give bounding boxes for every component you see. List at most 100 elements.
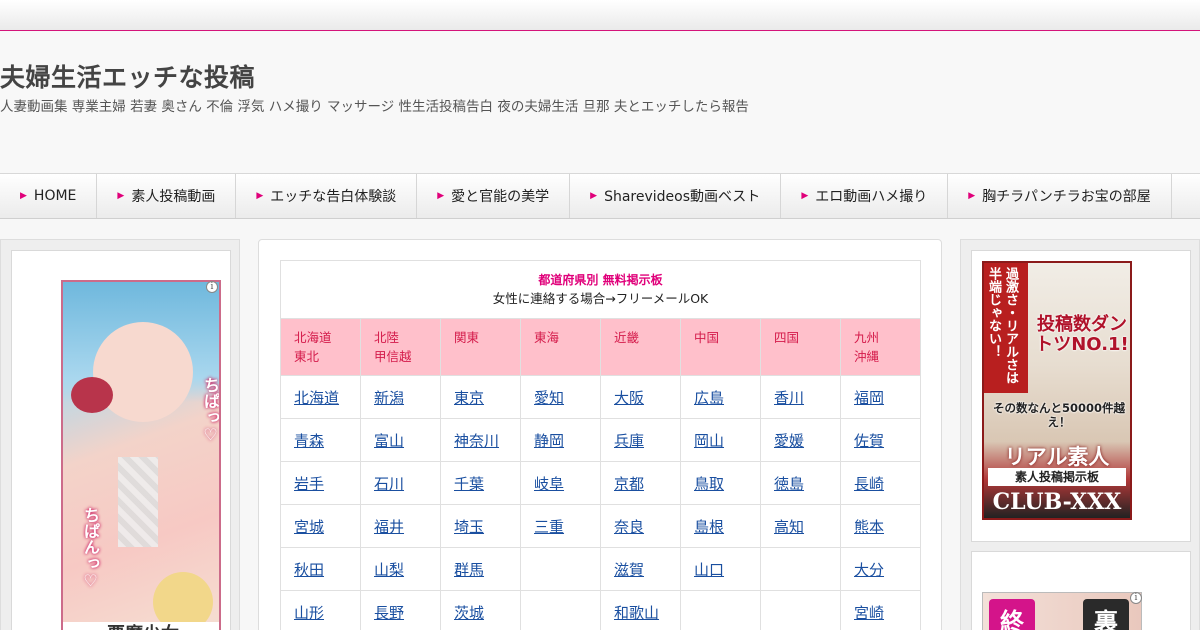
prefecture-link[interactable]: 長崎 xyxy=(854,475,884,493)
right-banner-ad-2[interactable]: 終 裏 xyxy=(982,592,1142,630)
right-banner-ad[interactable]: 過激さ・リアルさは 半端じゃない！ 投稿数ダントツNO.1! その数なんと500… xyxy=(982,261,1132,520)
region-header: 北海道 東北 xyxy=(280,318,361,376)
table-cell: 山口 xyxy=(680,547,761,591)
triangle-right-icon: ▶ xyxy=(968,191,976,201)
prefecture-link[interactable]: 岩手 xyxy=(294,475,324,493)
prefecture-link[interactable]: 青森 xyxy=(294,432,324,450)
ad-text-1: ちぱっ♡ xyxy=(201,377,220,444)
prefecture-link[interactable]: 新潟 xyxy=(374,389,404,407)
region-header-row: 北海道 東北 北陸 甲信越 関東 東海 近畿 中国 四国 九州 沖縄 xyxy=(280,318,921,376)
prefecture-link[interactable]: 徳島 xyxy=(774,475,804,493)
left-banner-ad[interactable]: ちぱっ♡ ちぱんっ♡ 悪魔少女 xyxy=(61,280,221,630)
right-ad-box-1: 過激さ・リアルさは 半端じゃない！ 投稿数ダントツNO.1! その数なんと500… xyxy=(971,250,1191,542)
right-ad-box-2: 終 裏 i xyxy=(971,551,1191,630)
table-cell: 埼玉 xyxy=(440,504,521,548)
ad-text-2: ちぱんっ♡ xyxy=(81,507,100,590)
prefecture-link[interactable]: 高知 xyxy=(774,518,804,536)
table-cell: 愛知 xyxy=(520,375,601,419)
prefecture-link[interactable]: 茨城 xyxy=(454,604,484,622)
region-header: 関東 xyxy=(440,318,521,376)
nav-item[interactable]: ▶ 素人投稿動画 xyxy=(97,174,237,218)
prefecture-link[interactable]: 大阪 xyxy=(614,389,644,407)
prefecture-link[interactable]: 島根 xyxy=(694,518,724,536)
triangle-right-icon: ▶ xyxy=(117,191,125,201)
prefecture-link[interactable]: 千葉 xyxy=(454,475,484,493)
prefecture-link[interactable]: 神奈川 xyxy=(454,432,499,450)
table-cell: 群馬 xyxy=(440,547,521,591)
prefecture-link[interactable]: 福井 xyxy=(374,518,404,536)
region-header: 九州 沖縄 xyxy=(840,318,921,376)
board-subtitle: 女性に連絡する場合→フリーメールOK xyxy=(492,291,709,306)
prefecture-link[interactable]: 熊本 xyxy=(854,518,884,536)
table-cell: 山形 xyxy=(280,590,361,630)
table-cell: 東京 xyxy=(440,375,521,419)
prefecture-link[interactable]: 東京 xyxy=(454,389,484,407)
triangle-right-icon: ▶ xyxy=(20,191,27,201)
ad-info-icon[interactable]: i xyxy=(206,281,218,293)
nav-item[interactable]: ▶ Sharevideos動画ベスト xyxy=(570,174,782,218)
prefecture-link[interactable]: 福岡 xyxy=(854,389,884,407)
prefecture-link[interactable]: 山形 xyxy=(294,604,324,622)
top-bar xyxy=(0,0,1200,31)
table-cell xyxy=(680,590,761,630)
prefecture-link[interactable]: 群馬 xyxy=(454,561,484,579)
nav-item[interactable]: ▶ 胸チラパンチラお宝の部屋 xyxy=(948,174,1172,218)
table-cell: 富山 xyxy=(360,418,441,462)
ad-headline: 投稿数ダントツNO.1! xyxy=(1035,314,1129,355)
nav-item[interactable]: ▶ 愛と官能の美学 xyxy=(417,174,571,218)
prefecture-link[interactable]: 山口 xyxy=(694,561,724,579)
prefecture-link[interactable]: 宮崎 xyxy=(854,604,884,622)
triangle-right-icon: ▶ xyxy=(437,191,445,201)
prefecture-link[interactable]: 長野 xyxy=(374,604,404,622)
prefecture-link[interactable]: 奈良 xyxy=(614,518,644,536)
table-cell: 奈良 xyxy=(600,504,681,548)
board-title[interactable]: 都道府県別 無料掲示板 xyxy=(281,271,920,289)
region-header: 東海 xyxy=(520,318,601,376)
prefecture-link[interactable]: 三重 xyxy=(534,518,564,536)
prefecture-link[interactable]: 宮城 xyxy=(294,518,324,536)
prefecture-link[interactable]: 滋賀 xyxy=(614,561,644,579)
prefecture-link[interactable]: 佐賀 xyxy=(854,432,884,450)
nav-item[interactable]: ▶ エロ動画ハメ撮り xyxy=(781,174,949,218)
prefecture-link[interactable]: 愛知 xyxy=(534,389,564,407)
prefecture-link[interactable]: 静岡 xyxy=(534,432,564,450)
prefecture-link[interactable]: 埼玉 xyxy=(454,518,484,536)
site-title[interactable]: 夫婦生活エッチな投稿 xyxy=(0,58,255,94)
ad-info-icon[interactable]: i xyxy=(1130,592,1142,604)
nav-item[interactable]: ▶ エッチな告白体験談 xyxy=(236,174,418,218)
prefecture-link[interactable]: 兵庫 xyxy=(614,432,644,450)
table-cell: 長崎 xyxy=(840,461,921,505)
table-cell xyxy=(520,590,601,630)
prefecture-link[interactable]: 秋田 xyxy=(294,561,324,579)
triangle-right-icon: ▶ xyxy=(256,191,264,201)
prefecture-link[interactable]: 和歌山 xyxy=(614,604,659,622)
prefecture-link[interactable]: 山梨 xyxy=(374,561,404,579)
table-cell xyxy=(520,547,601,591)
nav-item[interactable]: ▶ HOME xyxy=(0,174,98,218)
board-header: 都道府県別 無料掲示板 女性に連絡する場合→フリーメールOK xyxy=(280,260,921,319)
prefecture-link[interactable]: 石川 xyxy=(374,475,404,493)
prefecture-link[interactable]: 富山 xyxy=(374,432,404,450)
region-header: 近畿 xyxy=(600,318,681,376)
prefecture-board-table: 都道府県別 無料掲示板 女性に連絡する場合→フリーメールOK 北海道 東北 北陸 … xyxy=(280,260,921,630)
prefecture-link[interactable]: 大分 xyxy=(854,561,884,579)
nav-item-label: 胸チラパンチラお宝の部屋 xyxy=(982,189,1151,205)
table-cell: 佐賀 xyxy=(840,418,921,462)
triangle-right-icon: ▶ xyxy=(590,191,598,201)
ad-vertical-text-1: 過激さ・リアルさは xyxy=(1003,267,1018,384)
prefecture-link[interactable]: 京都 xyxy=(614,475,644,493)
table-cell: 秋田 xyxy=(280,547,361,591)
table-row: 岩手 石川 千葉 岐阜 京都 鳥取 徳島 長崎 xyxy=(280,461,921,505)
ad-subtext: その数なんと50000件越え！ xyxy=(992,401,1125,429)
prefecture-link[interactable]: 香川 xyxy=(774,389,804,407)
prefecture-link[interactable]: 岐阜 xyxy=(534,475,564,493)
prefecture-link[interactable]: 広島 xyxy=(694,389,724,407)
prefecture-link[interactable]: 愛媛 xyxy=(774,432,804,450)
prefecture-link[interactable]: 岡山 xyxy=(694,432,724,450)
prefecture-link[interactable]: 北海道 xyxy=(294,389,339,407)
table-cell: 京都 xyxy=(600,461,681,505)
table-cell xyxy=(760,547,841,591)
table-cell: 石川 xyxy=(360,461,441,505)
prefecture-link[interactable]: 鳥取 xyxy=(694,475,724,493)
triangle-right-icon: ▶ xyxy=(801,191,809,201)
